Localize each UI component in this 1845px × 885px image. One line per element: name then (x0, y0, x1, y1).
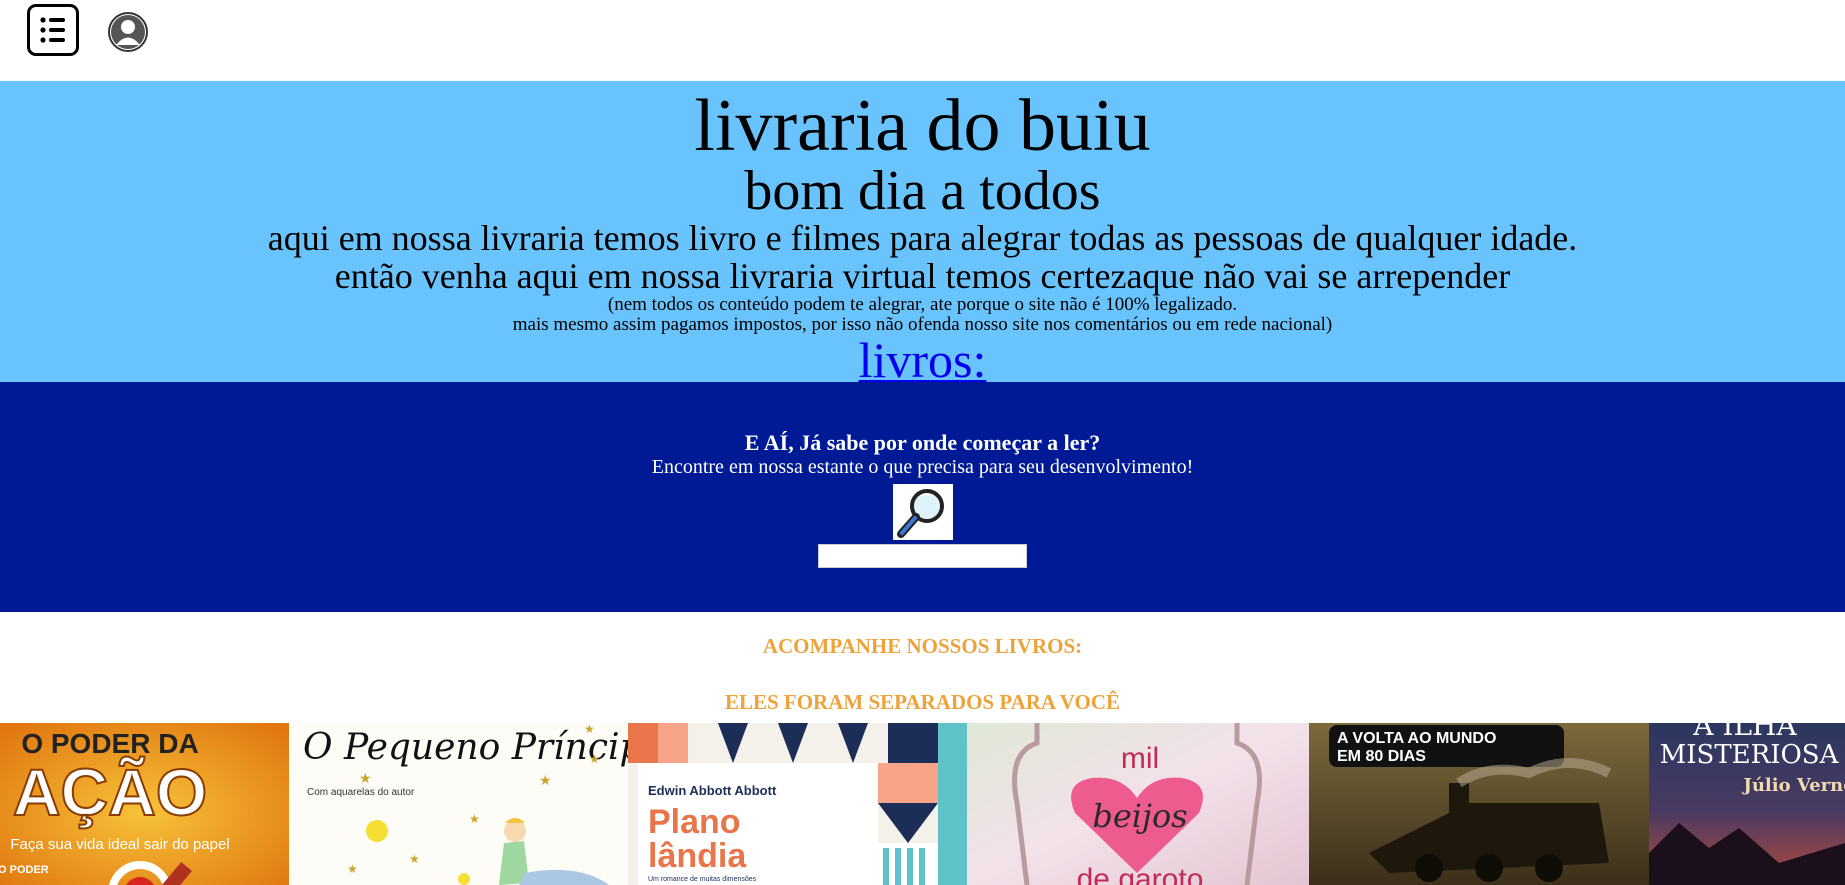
svg-text:★: ★ (359, 772, 372, 787)
search-question: E AÍ, Já sabe por onde começar a ler? (744, 430, 1101, 455)
user-avatar-icon (108, 12, 148, 52)
cover-2-subtitle: Com aquarelas do autor (307, 787, 415, 798)
cover-5-line-2: EM 80 DIAS (1337, 748, 1426, 765)
books-link[interactable]: livros: (859, 333, 987, 387)
profile-button[interactable] (108, 12, 148, 52)
book-cover-ilha-misteriosa[interactable]: A ILHA MISTERIOSA Júlio Verne (1649, 723, 1845, 885)
cover-2-title: O Pequeno Príncipe (303, 727, 628, 768)
search-button[interactable] (892, 484, 953, 540)
book-cover-planolandia[interactable]: Edwin Abbott Abbott Plano lândia Um roma… (628, 723, 967, 885)
cover-6-line-3: Júlio Verne (1741, 775, 1845, 796)
cover-1-extra: O PODER (0, 864, 49, 876)
svg-text:★: ★ (347, 862, 358, 876)
cover-3-title-1: Plano (648, 803, 741, 841)
cover-6-line-2: MISTERIOSA (1660, 740, 1840, 770)
book-carousel: O PODER DA AÇÃO Faça sua vida ideal sair… (0, 723, 1845, 885)
cover-5-line-1: A VOLTA AO MUNDO (1337, 730, 1496, 747)
intro-line-1: aqui em nossa livraria temos livro e fil… (267, 218, 1578, 258)
svg-text:★: ★ (584, 723, 595, 736)
cover-4-line-1: mil (1121, 742, 1159, 775)
disclaimer-line-1: (nem todos os conteúdo podem te alegrar,… (607, 294, 1238, 315)
site-title: livraria do buiu (694, 85, 1151, 167)
svg-text:★: ★ (409, 852, 420, 866)
search-input[interactable] (818, 544, 1027, 568)
intro-line-2: então venha aqui em nossa livraria virtu… (334, 256, 1511, 296)
hero-banner: livraria do buiu bom dia a todos aqui em… (0, 81, 1845, 387)
cover-4-line-2: beijos (1092, 797, 1187, 835)
books-subheading: ELES FORAM SEPARADOS PARA VOCÊ (724, 690, 1121, 714)
greeting: bom dia a todos (744, 160, 1101, 222)
list-icon (40, 17, 65, 43)
svg-text:★: ★ (589, 752, 600, 766)
book-cover-poder-da-acao[interactable]: O PODER DA AÇÃO Faça sua vida ideal sair… (0, 723, 289, 885)
magnifier-icon (896, 489, 944, 538)
top-bar (0, 0, 1845, 81)
cover-1-line-3: Faça sua vida ideal sair do papel (10, 836, 229, 853)
cover-3-title-2: lândia (648, 837, 747, 875)
search-subtext: Encontre em nossa estante o que precisa … (651, 456, 1194, 478)
book-cover-mil-beijos[interactable]: mil beijos de garoto (967, 723, 1309, 885)
search-section: E AÍ, Já sabe por onde começar a ler? En… (0, 382, 1845, 612)
books-heading: ACOMPANHE NOSSOS LIVROS: (762, 634, 1083, 658)
cover-3-tagline: Um romance de muitas dimensões (648, 876, 757, 883)
cover-1-line-2: AÇÃO (13, 755, 207, 829)
menu-button[interactable] (27, 4, 79, 56)
svg-text:★: ★ (539, 774, 552, 789)
book-cover-pequeno-principe[interactable]: O Pequeno Príncipe Com aquarelas do auto… (289, 723, 628, 885)
cover-4-line-3: de garoto (1077, 863, 1204, 885)
book-cover-volta-ao-mundo[interactable]: A VOLTA AO MUNDO EM 80 DIAS (1309, 723, 1649, 885)
cover-3-author: Edwin Abbott Abbott (648, 783, 777, 798)
svg-text:★: ★ (469, 812, 480, 826)
books-section: ACOMPANHE NOSSOS LIVROS: ELES FORAM SEPA… (0, 612, 1845, 714)
